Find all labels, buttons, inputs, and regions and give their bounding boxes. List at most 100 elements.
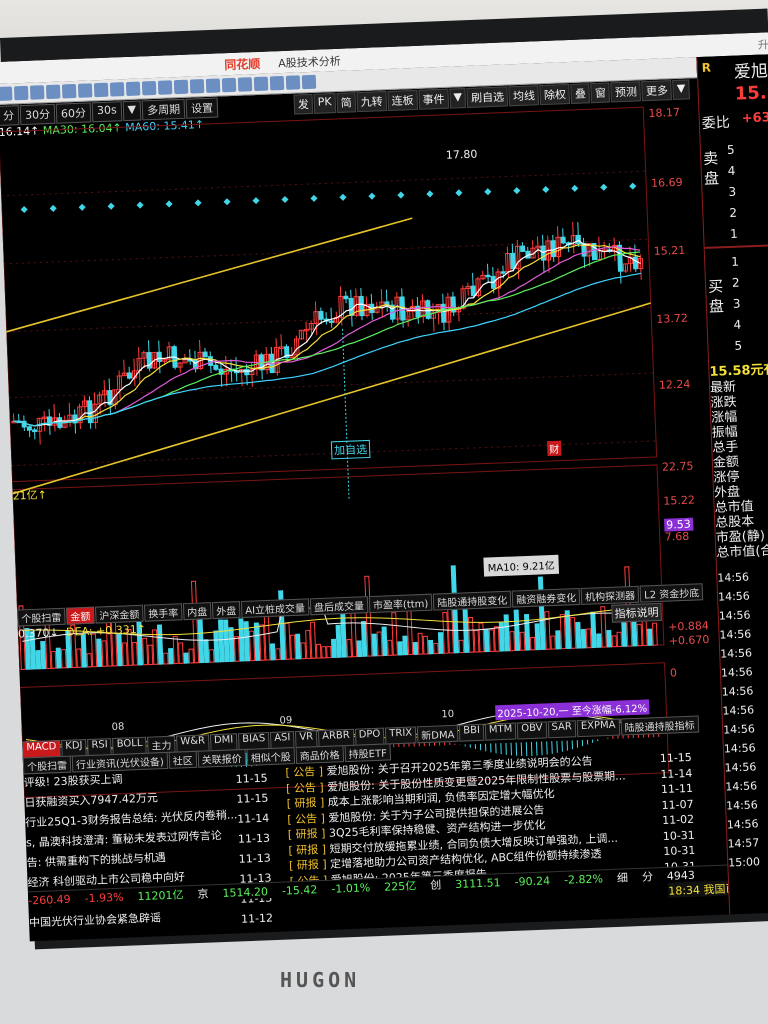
volume-bar [433, 642, 439, 655]
volume-bar [651, 622, 658, 646]
volume-bar [305, 630, 312, 660]
add-watch-button[interactable]: 加自选 [330, 439, 371, 460]
tab[interactable]: L2 资金抄底 [639, 583, 704, 603]
event-marker[interactable] [571, 184, 579, 192]
toolbar-icon[interactable] [205, 78, 221, 93]
event-marker[interactable] [194, 199, 202, 207]
tab[interactable]: OBV [517, 721, 547, 740]
tab[interactable]: 持股ETF [344, 743, 392, 763]
toolbar-icon[interactable] [61, 83, 77, 99]
quote-row: 14:56 [717, 570, 750, 585]
tab[interactable]: 个股扫雷 [17, 607, 66, 627]
tab[interactable]: 新DMA [416, 724, 459, 744]
tab[interactable]: 沪深金额 [94, 604, 144, 624]
toolbar-icon[interactable] [285, 75, 301, 90]
event-marker[interactable] [20, 205, 28, 214]
event-marker[interactable] [78, 203, 86, 211]
event-marker[interactable] [223, 198, 231, 206]
volume-bar [381, 626, 388, 657]
event-marker[interactable] [542, 185, 550, 194]
news-date: 11-15 [235, 771, 268, 786]
tab[interactable]: 相似个股 [246, 747, 295, 766]
toolbar-icon[interactable] [77, 83, 93, 98]
volume-bar [360, 620, 368, 657]
toolbar-icon[interactable] [29, 85, 45, 100]
tab[interactable]: 市盈率(ttm) [368, 593, 433, 614]
tab[interactable]: EXPMA [576, 718, 620, 738]
event-marker[interactable] [281, 195, 289, 204]
tab[interactable]: 金额 [66, 606, 95, 625]
event-marker[interactable] [310, 194, 318, 202]
grid-line [8, 372, 654, 399]
tab[interactable]: 陆股通持股变化 [432, 590, 512, 611]
event-marker[interactable] [484, 188, 492, 196]
tab[interactable]: MTM [484, 722, 517, 741]
candle [32, 429, 38, 433]
toolbar-icon[interactable] [157, 80, 173, 95]
upgrade-button[interactable]: 升级 [758, 36, 768, 53]
quote-row: 14:56 [717, 589, 751, 604]
tab[interactable]: 陆股通持股指标 [620, 715, 699, 736]
event-marker[interactable] [397, 191, 405, 199]
tab[interactable]: 换手率 [143, 603, 183, 622]
volume-bar [590, 611, 597, 649]
tab[interactable]: 商品价格 [295, 745, 344, 765]
tab[interactable]: BBI [459, 723, 485, 742]
tab[interactable]: 融资融券变化 [511, 587, 581, 608]
toolbar-icon[interactable] [109, 82, 125, 97]
tab[interactable]: 个股扫雷 [22, 755, 72, 775]
tab[interactable]: 内盘 [182, 602, 212, 621]
toolbar-icon[interactable] [13, 85, 29, 101]
tab[interactable]: 盘后成交量 [309, 596, 369, 616]
event-marker[interactable] [339, 193, 347, 201]
event-marker[interactable] [455, 189, 463, 197]
event-marker[interactable] [513, 187, 521, 195]
event-marker[interactable] [368, 192, 376, 200]
finance-marker[interactable]: 财 [546, 440, 562, 457]
quote-row: 14:56 [722, 722, 756, 737]
app-logo: 同花顺 [224, 56, 261, 73]
candle-wick [310, 320, 313, 335]
volume-bar [309, 621, 317, 659]
event-marker[interactable] [252, 197, 260, 205]
event-marker[interactable] [426, 190, 434, 198]
toolbar-icon[interactable] [0, 86, 13, 101]
toolbar-icon[interactable] [301, 74, 317, 90]
volume-bar [458, 639, 465, 654]
event-marker[interactable] [107, 202, 115, 210]
news-left-list: 评级! 23股获买上调 11-15 日获融资买入7947.42万元 11-15 行业25… [23, 766, 273, 935]
tab[interactable]: 关联报价 [197, 748, 247, 768]
volume-bar [397, 641, 403, 656]
toolbar-icon[interactable] [141, 80, 157, 96]
volume-bar [513, 609, 521, 652]
tab[interactable]: 社区 [168, 750, 198, 769]
toolbar-icon[interactable] [221, 77, 237, 93]
tab[interactable]: TRIX [385, 726, 417, 745]
volume-bar [585, 628, 592, 649]
trend-line[interactable] [6, 302, 657, 495]
candle-wick [330, 307, 333, 328]
toolbar-icon[interactable] [173, 79, 189, 95]
weibi-label: 委比 [701, 114, 731, 132]
event-marker[interactable] [136, 201, 144, 209]
toolbar-icon[interactable] [237, 77, 253, 92]
toolbar-icon[interactable] [125, 81, 141, 97]
toolbar-icon[interactable] [93, 82, 109, 98]
tab[interactable]: 外盘 [211, 601, 241, 620]
volume-bar [350, 612, 358, 658]
event-marker[interactable] [629, 182, 637, 190]
toolbar-icon[interactable] [253, 76, 269, 92]
news-tag: 研报 [294, 796, 317, 811]
event-marker[interactable] [165, 200, 173, 208]
tab[interactable]: SAR [547, 720, 577, 739]
price-high-label: 17.80 [445, 147, 478, 162]
toolbar-icon[interactable] [269, 75, 285, 91]
toolbar-icon[interactable] [189, 79, 205, 94]
tab[interactable]: AI立桩成交量 [240, 598, 310, 618]
status-value: 11201亿 [137, 888, 184, 904]
tab[interactable]: 机构探测器 [580, 585, 640, 605]
event-marker[interactable] [49, 204, 57, 212]
indicator-help-button[interactable]: 指标说明 [611, 602, 662, 623]
toolbar-icon[interactable] [45, 84, 61, 100]
event-marker[interactable] [600, 183, 608, 191]
